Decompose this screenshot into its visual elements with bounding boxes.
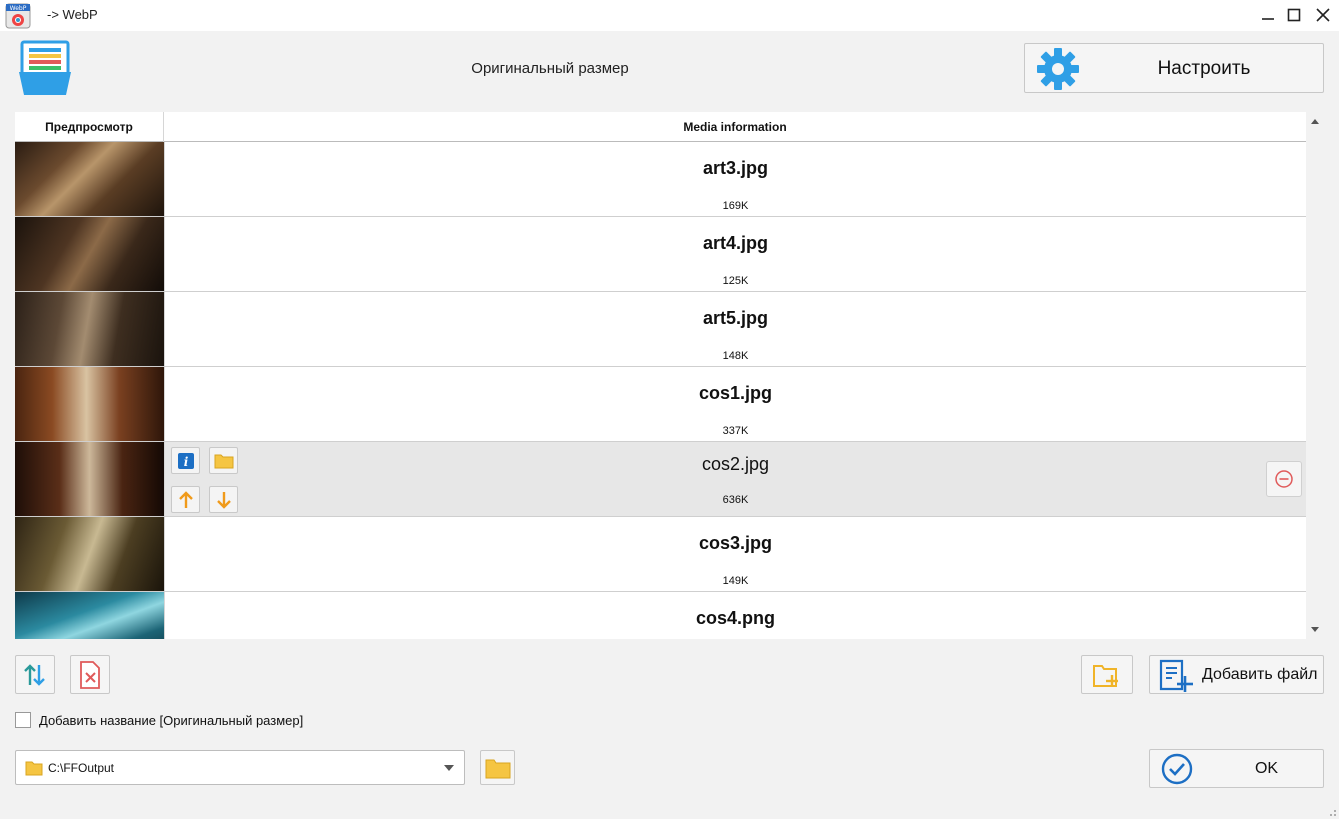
file-size: 149K (722, 575, 749, 587)
folder-icon (25, 761, 43, 776)
file-name: cos4.png (695, 608, 775, 628)
remove-icon (1275, 470, 1293, 488)
file-size: 169K (722, 200, 749, 212)
output-path-value: C:\FFOutput (48, 761, 115, 775)
file-name: art4.jpg (702, 233, 768, 253)
file-size: 125K (722, 275, 749, 287)
list-header: Предпросмотр Media information (15, 112, 1306, 142)
add-file-button[interactable]: Добавить файл (1149, 655, 1324, 694)
clear-list-button[interactable] (70, 655, 110, 694)
remove-file-button[interactable] (1266, 461, 1302, 497)
delete-file-icon (80, 660, 100, 689)
browse-folder-button[interactable] (480, 750, 515, 785)
file-name: art5.jpg (702, 308, 768, 328)
add-name-checkbox-label[interactable]: Добавить название [Оригинальный размер] (39, 713, 303, 728)
settings-button[interactable]: Настроить (1024, 43, 1324, 93)
add-file-label: Добавить файл (1202, 666, 1318, 683)
ok-button[interactable]: OK (1149, 749, 1324, 788)
gear-icon (1037, 48, 1079, 90)
add-file-icon (1159, 659, 1193, 692)
file-size: 636K (722, 494, 749, 506)
file-thumbnail (15, 442, 164, 516)
file-row[interactable]: art4.jpg 125K (15, 217, 1306, 292)
file-thumbnail (15, 367, 164, 441)
media-info: cos3.jpg 149K (164, 517, 1306, 591)
sort-icon (24, 663, 45, 686)
file-thumbnail (15, 217, 164, 291)
add-folder-button[interactable] (1081, 655, 1133, 694)
file-list[interactable]: Предпросмотр Media information art3.jpg … (15, 112, 1306, 639)
ok-button-label: OK (1254, 760, 1279, 777)
file-size: 337K (722, 425, 749, 437)
close-button[interactable] (1310, 4, 1336, 26)
media-info: art3.jpg 169K (164, 142, 1306, 216)
chevron-down-icon (444, 765, 454, 771)
file-name: art3.jpg (702, 158, 768, 178)
minimize-button[interactable] (1255, 4, 1281, 26)
media-info: cos4.png (164, 592, 1306, 639)
file-name: cos3.jpg (698, 533, 773, 553)
window-title: -> WebP (47, 7, 98, 22)
output-format-logo (19, 40, 71, 95)
title-bar: WebP -> WebP (0, 0, 1339, 31)
column-header-media-info[interactable]: Media information (164, 112, 1306, 142)
check-circle-icon (1161, 753, 1193, 785)
output-path-select[interactable]: C:\FFOutput (15, 750, 465, 785)
settings-button-label: Настроить (1157, 58, 1251, 79)
close-icon (1316, 8, 1330, 22)
file-row[interactable]: cos3.jpg 149K (15, 517, 1306, 592)
resize-grip-icon[interactable] (1327, 807, 1337, 817)
add-name-checkbox[interactable] (15, 712, 31, 728)
file-row[interactable]: cos1.jpg 337K (15, 367, 1306, 442)
folder-icon (485, 759, 510, 778)
maximize-button[interactable] (1281, 4, 1307, 26)
file-thumbnail (15, 142, 164, 216)
media-info: cos1.jpg 337K (164, 367, 1306, 441)
preset-label[interactable]: Оригинальный размер (380, 60, 720, 77)
scroll-down-arrow-icon[interactable] (1310, 625, 1320, 635)
add-folder-icon (1093, 664, 1118, 687)
app-icon: WebP (5, 3, 31, 29)
maximize-icon (1287, 8, 1301, 22)
file-thumbnail (15, 292, 164, 366)
minimize-icon (1262, 18, 1274, 20)
column-header-preview[interactable]: Предпросмотр (15, 112, 164, 142)
svg-text:WebP: WebP (10, 5, 27, 12)
file-thumbnail (15, 592, 164, 639)
file-row[interactable]: art5.jpg 148K (15, 292, 1306, 367)
file-row[interactable]: art3.jpg 169K (15, 142, 1306, 217)
file-thumbnail (15, 517, 164, 591)
scroll-thumb[interactable] (1310, 130, 1320, 470)
sort-button[interactable] (15, 655, 55, 694)
file-size: 148K (722, 350, 749, 362)
scroll-up-arrow-icon[interactable] (1310, 116, 1320, 126)
file-name: cos2.jpg (701, 454, 770, 474)
file-name: cos1.jpg (698, 383, 773, 403)
media-info: art4.jpg 125K (164, 217, 1306, 291)
file-row-selected[interactable]: i cos2.jpg 636K (15, 442, 1306, 517)
media-info: i cos2.jpg 636K (164, 442, 1306, 516)
media-info: art5.jpg 148K (164, 292, 1306, 366)
list-scrollbar[interactable] (1306, 112, 1324, 639)
file-row[interactable]: cos4.png (15, 592, 1306, 639)
